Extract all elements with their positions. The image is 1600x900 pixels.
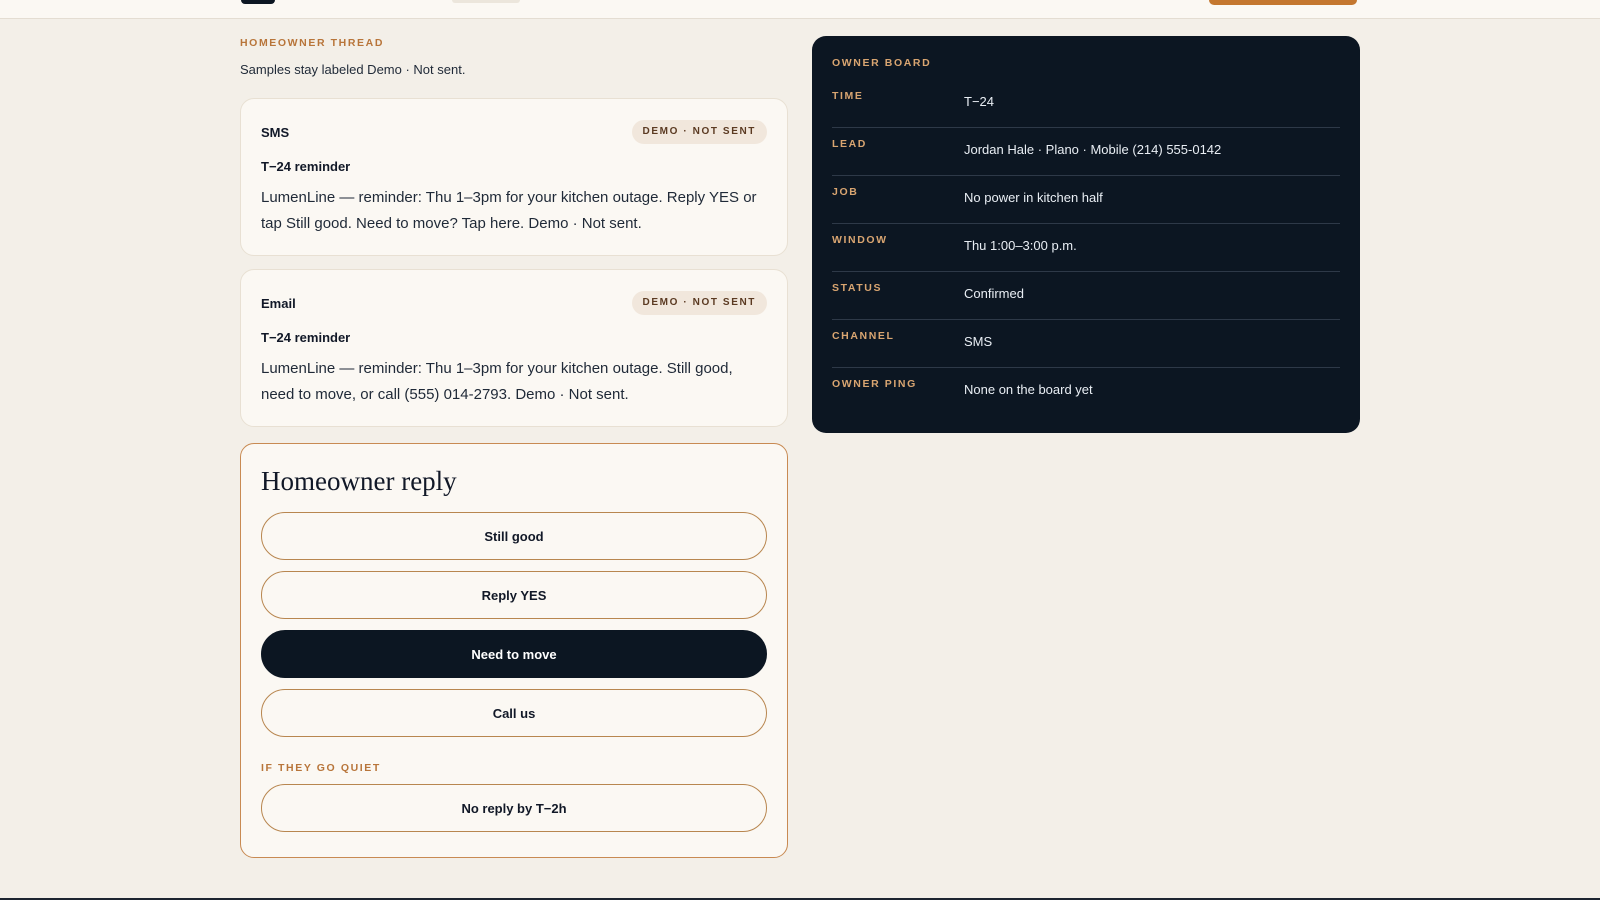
- message-channel: SMS: [261, 125, 290, 140]
- message-title: T−24 reminder: [261, 330, 351, 345]
- board-key: STATUS: [832, 282, 883, 294]
- board-value: T−24: [964, 94, 994, 109]
- board-row-lead: LEAD Jordan Hale · Plano · Mobile (214) …: [832, 128, 1340, 176]
- header-cta-button[interactable]: [1209, 0, 1357, 5]
- board-key: WINDOW: [832, 234, 888, 246]
- reply-yes-button[interactable]: Reply YES: [261, 571, 767, 619]
- sms-message-card: SMS DEMO · NOT SENT T−24 reminder LumenL…: [240, 98, 788, 256]
- message-channel: Email: [261, 296, 296, 311]
- board-value: None on the board yet: [964, 382, 1093, 397]
- message-title: T−24 reminder: [261, 159, 351, 174]
- demo-badge: DEMO · NOT SENT: [631, 120, 767, 144]
- board-row-owner-ping: OWNER PING None on the board yet: [832, 368, 1340, 416]
- board-row-time: TIME T−24: [832, 80, 1340, 128]
- homeowner-reply-card: Homeowner reply Still good Reply YES Nee…: [240, 443, 788, 858]
- board-value: Confirmed: [964, 286, 1024, 301]
- still-good-button[interactable]: Still good: [261, 512, 767, 560]
- board-row-channel: CHANNEL SMS: [832, 320, 1340, 368]
- board-key: JOB: [832, 186, 859, 198]
- board-value: Jordan Hale · Plano · Mobile (214) 555-0…: [964, 142, 1222, 157]
- board-row-job: JOB No power in kitchen half: [832, 176, 1340, 224]
- board-value: Thu 1:00–3:00 p.m.: [964, 238, 1077, 253]
- board-key: LEAD: [832, 138, 867, 150]
- owner-board: OWNER BOARD TIME T−24 LEAD Jordan Hale ·…: [812, 36, 1360, 433]
- email-message-card: Email DEMO · NOT SENT T−24 reminder Lume…: [240, 269, 788, 427]
- board-key: CHANNEL: [832, 330, 895, 342]
- no-reply-button[interactable]: No reply by T−2h: [261, 784, 767, 832]
- board-title: OWNER BOARD: [832, 57, 932, 69]
- need-to-move-button[interactable]: Need to move: [261, 630, 767, 678]
- thread-subtitle: Samples stay labeled Demo · Not sent.: [240, 62, 466, 77]
- board-key: TIME: [832, 90, 864, 102]
- board-key: OWNER PING: [832, 378, 917, 390]
- board-row-status: STATUS Confirmed: [832, 272, 1340, 320]
- board-row-window: WINDOW Thu 1:00–3:00 p.m.: [832, 224, 1340, 272]
- board-value: SMS: [964, 334, 993, 349]
- board-rows: TIME T−24 LEAD Jordan Hale · Plano · Mob…: [832, 80, 1340, 416]
- thread-label: HOMEOWNER THREAD: [240, 37, 385, 49]
- reply-heading: Homeowner reply: [261, 466, 457, 496]
- top-nav-bar: [0, 0, 1600, 19]
- logo[interactable]: [241, 0, 275, 4]
- demo-badge: DEMO · NOT SENT: [631, 291, 767, 315]
- call-us-button[interactable]: Call us: [261, 689, 767, 737]
- message-body: LumenLine — reminder: Thu 1–3pm for your…: [261, 189, 757, 232]
- board-value: No power in kitchen half: [964, 190, 1103, 205]
- nav-link[interactable]: [452, 0, 520, 3]
- message-body: LumenLine — reminder: Thu 1–3pm for your…: [261, 360, 733, 403]
- quiet-label: IF THEY GO QUIET: [261, 762, 381, 774]
